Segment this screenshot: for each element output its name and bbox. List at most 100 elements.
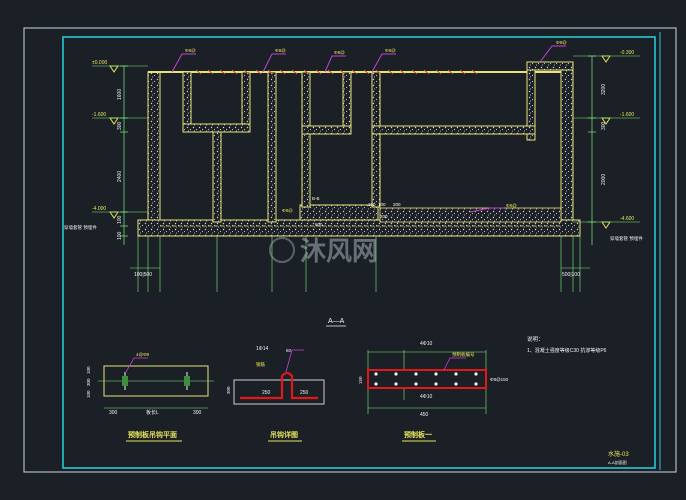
leader-5: [539, 45, 566, 63]
elev-text-l3: -4.000: [92, 206, 106, 212]
hook-block-1: [122, 376, 128, 386]
wall-right-outer: [560, 61, 574, 227]
base-slab-step: [299, 204, 379, 221]
slab-bar-dot: [414, 382, 418, 386]
detail2-top: 1Φ14: [256, 346, 269, 352]
side-note-left: 穿墙套管 预埋件: [64, 224, 97, 231]
detail1-top-label: 4@Φ8: [136, 352, 150, 357]
slab-bar-dot: [394, 372, 398, 376]
right-dim-2000: 2000: [601, 174, 607, 185]
elev-text-r1: -0.300: [620, 50, 634, 56]
left-dim-2400: 2400: [117, 171, 123, 182]
detail1-dim-3: 300: [193, 410, 202, 416]
elev-text-r2: -1.600: [620, 112, 634, 118]
center-dim-3: 200: [393, 202, 401, 207]
slab-section: [367, 369, 487, 389]
elev-text-l1: ±0.000: [92, 60, 107, 66]
detail1-dim-1: 300: [109, 410, 118, 416]
elev-text-l2: -1.600: [92, 112, 106, 118]
left-dim-1600: 1600: [117, 89, 123, 100]
watermark: 沐风网: [269, 236, 378, 266]
slab-bar-dot: [474, 382, 478, 386]
right-dim-texts: 3200 300 2000: [601, 84, 607, 185]
right-elevations: -0.300 -1.600 -4.600: [573, 50, 640, 229]
slab-bar-dot: [414, 372, 418, 376]
right-dim-300: 300: [601, 121, 607, 130]
slab-bar-dot: [454, 382, 458, 386]
partition-5: [301, 71, 311, 208]
left-dim-100a: 100: [117, 215, 123, 224]
detail3-tag: 预制板编号: [452, 351, 475, 358]
elev-marker-l1: [109, 65, 119, 73]
titleblock-code: 水施-03: [608, 450, 629, 458]
section-label: A—A: [328, 318, 345, 325]
detail2-leader: [285, 349, 304, 373]
slab-bar-dot: [374, 382, 378, 386]
notes-line1: 1、混凝土强度等级C30 抗渗等级P6: [527, 347, 607, 354]
center-dim-5: 200: [380, 214, 388, 219]
detail2-side: 300: [226, 386, 231, 394]
titleblock-sub: A-A剖面图: [608, 459, 627, 465]
hook-block-2: [184, 376, 190, 386]
bottom-dim-left: 100|500: [134, 272, 152, 278]
elev-marker-r1: [601, 55, 611, 63]
partition-top-right: [526, 61, 574, 71]
wall-left-outer: [147, 71, 161, 227]
center-label-2: B-B: [312, 196, 320, 201]
detail3-bottom: 4Φ10: [420, 394, 433, 400]
detail2-title: 吊钩详图: [270, 430, 298, 439]
detail-precast-slab: 预制板编号 4Φ10 4Φ10 Φ8@150 150 450 预制板一: [358, 341, 509, 442]
left-dim-300: 300: [117, 121, 123, 130]
slab-bar-dot: [374, 372, 378, 376]
slab-bar-dot: [474, 372, 478, 376]
mid-slab-2: [301, 125, 352, 135]
detail1-title: 预制板吊钩平面: [128, 430, 177, 439]
leader-tag-5: Φ8@: [556, 40, 567, 45]
slab-bar-dot: [454, 372, 458, 376]
slab-bar-dot: [394, 382, 398, 386]
center-dim-2: 100: [378, 202, 386, 207]
leader-tag-4: Φ8@: [385, 48, 396, 53]
section-aa: [137, 61, 581, 237]
detail3-width: 450: [420, 412, 429, 418]
detail3-title: 预制板一: [404, 430, 432, 439]
hook-plate: [233, 379, 325, 405]
bottom-dim-right: 500|100: [562, 272, 580, 278]
leader-3: [324, 55, 346, 73]
partition-1: [182, 71, 192, 129]
slab-bar-dot: [434, 382, 438, 386]
mid-slab-3: [371, 125, 536, 135]
notes-title: 说明：: [527, 335, 544, 343]
partition-2: [212, 131, 222, 223]
left-dim-100b: 100: [117, 231, 123, 240]
inner-bottom-hatch: [379, 207, 562, 223]
detail-hook: 1Φ14 60 钢筋 300 250 250 吊钩详图: [226, 346, 325, 442]
leader-tag-3: Φ8@: [334, 50, 345, 55]
detail2-dim-2: 250: [300, 390, 309, 396]
leader-4: [371, 53, 396, 73]
mid-slab-1: [182, 123, 251, 133]
drawing-sheet: Φ8@ Φ8@ Φ8@ Φ8@ Φ8@ Φ8@ ±0.000 -1.600 -4…: [23, 27, 677, 473]
leader-2: [262, 53, 286, 73]
detail-hook-plan: 4@Φ8 300 板长L 300 100 300 100 预制板吊钩平面: [86, 352, 214, 442]
detail3-height: 150: [358, 376, 363, 384]
elev-marker-r3: [601, 221, 611, 229]
detail1-side-1: 100: [86, 366, 91, 374]
leader-1: [171, 53, 196, 73]
right-dim-3200: 3200: [601, 84, 607, 95]
partition-3: [241, 71, 251, 129]
detail2-tag: 钢筋: [256, 361, 265, 368]
center-dim-4: 600: [315, 222, 323, 227]
detail3-right: Φ8@150: [490, 377, 509, 382]
slab-bar-dot: [434, 372, 438, 376]
leader-tag-6: Φ8@: [506, 203, 517, 208]
center-label-1: Φ8@: [282, 208, 293, 213]
partition-4: [267, 71, 277, 223]
detail1-side-2: 300: [86, 378, 91, 386]
detail1-side-3: 100: [86, 390, 91, 398]
partition-7: [371, 71, 381, 208]
detail2-mid: 60: [286, 348, 292, 353]
detail3-leader: [443, 357, 466, 371]
leader-tag-1: Φ8@: [185, 48, 196, 53]
detail3-top: 4Φ10: [420, 341, 433, 347]
